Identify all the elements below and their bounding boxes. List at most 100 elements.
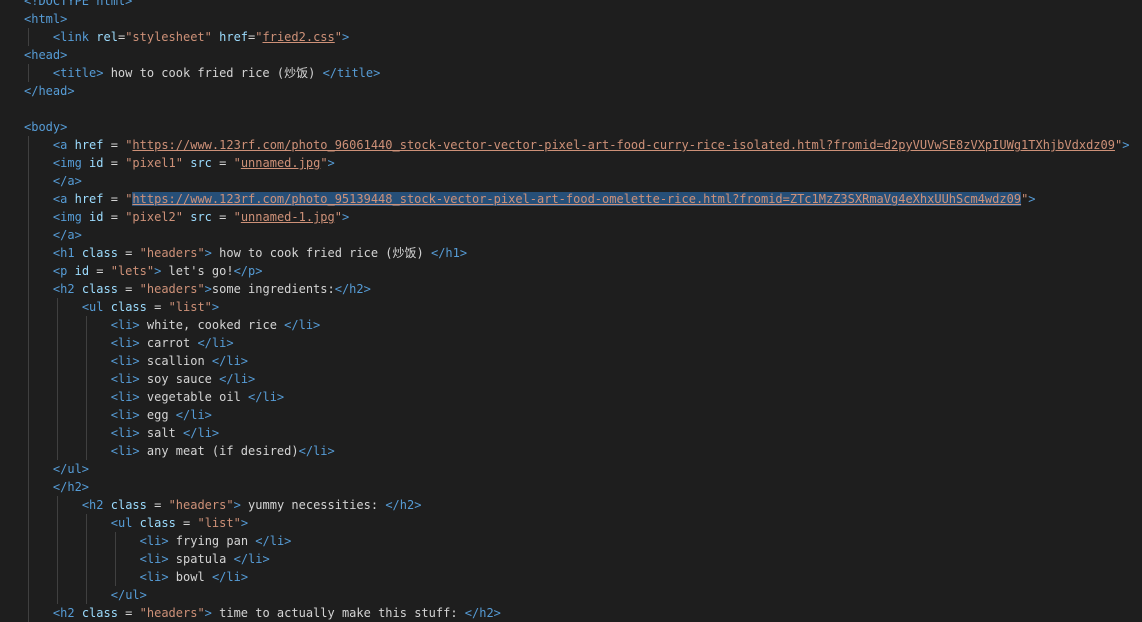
code-line[interactable]: <a href = "https://www.123rf.com/photo_9… bbox=[0, 190, 1142, 208]
code-link[interactable]: fried2.css bbox=[263, 30, 335, 44]
indent-guide bbox=[85, 442, 87, 460]
code-line[interactable]: </a> bbox=[0, 172, 1142, 190]
code-token: id bbox=[89, 156, 104, 170]
code-link[interactable]: https://www.123rf.com/photo_96061440_sto… bbox=[132, 138, 1115, 152]
indent-guide bbox=[28, 568, 29, 586]
indent-guide bbox=[28, 532, 29, 550]
code-line[interactable]: </h2> bbox=[0, 478, 1142, 496]
code-token: "stylesheet" bbox=[125, 30, 212, 44]
code-token: > bbox=[233, 498, 241, 512]
indent-guide bbox=[28, 190, 29, 208]
code-token: how to cook fried rice (炒饭) bbox=[211, 246, 431, 260]
code-token: = bbox=[117, 282, 140, 296]
code-line[interactable]: <li> spatula </li> bbox=[0, 550, 1142, 568]
code-token: </title> bbox=[322, 66, 381, 80]
code-line[interactable]: <li> soy sauce </li> bbox=[0, 370, 1142, 388]
code-line[interactable]: </ul> bbox=[0, 460, 1142, 478]
code-token: > bbox=[204, 606, 212, 620]
code-line[interactable]: <h2 class = "headers">some ingredients:<… bbox=[0, 280, 1142, 298]
code-token: scallion bbox=[139, 354, 212, 368]
code-link[interactable]: https://www.123rf.com/photo_95139448_sto… bbox=[132, 192, 1022, 206]
indent-guide bbox=[28, 172, 29, 190]
code-token: vegetable oil bbox=[139, 390, 249, 404]
code-token: <li> bbox=[139, 534, 169, 548]
code-line[interactable] bbox=[0, 100, 1142, 118]
code-token: <html> bbox=[24, 12, 68, 26]
code-token: href bbox=[219, 30, 249, 44]
code-token: " bbox=[334, 210, 342, 224]
code-token: "headers" bbox=[139, 606, 205, 620]
indent-guide bbox=[56, 370, 58, 388]
code-token: <a bbox=[52, 192, 68, 206]
code-token: </li> bbox=[175, 408, 212, 422]
code-token: spatula bbox=[168, 552, 234, 566]
code-line[interactable]: <li> vegetable oil </li> bbox=[0, 388, 1142, 406]
code-line[interactable]: <h2 class = "headers"> yummy necessities… bbox=[0, 496, 1142, 514]
code-token: </li> bbox=[248, 390, 285, 404]
code-token: </ul> bbox=[52, 462, 90, 476]
code-line[interactable]: <!DOCTYPE html> bbox=[0, 0, 1142, 10]
code-line[interactable]: <li> white, cooked rice </li> bbox=[0, 316, 1142, 334]
code-line[interactable]: <head> bbox=[0, 46, 1142, 64]
code-token: how to cook fried rice (炒饭) bbox=[103, 66, 323, 80]
indent-guide bbox=[114, 532, 116, 550]
code-line[interactable]: <li> frying pan </li> bbox=[0, 532, 1142, 550]
indent-guide bbox=[56, 352, 58, 370]
indent-guide bbox=[28, 28, 29, 46]
code-token: "list" bbox=[168, 300, 212, 314]
code-token: </head> bbox=[24, 84, 75, 98]
code-token: </li> bbox=[233, 552, 270, 566]
code-token: "pixel1" bbox=[125, 156, 183, 170]
code-line[interactable]: <li> salt </li> bbox=[0, 424, 1142, 442]
code-line[interactable]: <img id = "pixel2" src = "unnamed-1.jpg"… bbox=[0, 208, 1142, 226]
code-link[interactable]: unnamed-1.jpg bbox=[241, 210, 335, 224]
code-line[interactable]: <a href = "https://www.123rf.com/photo_9… bbox=[0, 136, 1142, 154]
code-link[interactable]: unnamed.jpg bbox=[241, 156, 320, 170]
code-line[interactable]: <h2 class = "headers"> time to actually … bbox=[0, 604, 1142, 622]
code-line[interactable]: <ul class = "list"> bbox=[0, 298, 1142, 316]
code-line[interactable]: <title> how to cook fried rice (炒饭) </ti… bbox=[0, 64, 1142, 82]
indent-guide bbox=[28, 316, 29, 334]
code-token: time to actually make this stuff: bbox=[211, 606, 465, 620]
indent-guide bbox=[28, 496, 29, 514]
code-token: rel bbox=[96, 30, 118, 44]
code-line[interactable]: <li> any meat (if desired)</li> bbox=[0, 442, 1142, 460]
code-token: <h2 bbox=[52, 606, 75, 620]
code-token: = bbox=[211, 156, 234, 170]
code-line[interactable]: </ul> bbox=[0, 586, 1142, 604]
code-token: class bbox=[81, 606, 118, 620]
code-line[interactable]: <li> bowl </li> bbox=[0, 568, 1142, 586]
code-line[interactable]: </a> bbox=[0, 226, 1142, 244]
code-token: = bbox=[146, 300, 169, 314]
code-token: </li> bbox=[211, 570, 249, 584]
code-editor[interactable]: <!DOCTYPE html> <html> <link rel="styleshe… bbox=[0, 0, 1142, 622]
code-line[interactable]: <ul class = "list"> bbox=[0, 514, 1142, 532]
indent-guide bbox=[85, 424, 87, 442]
code-token: </h2> bbox=[464, 606, 501, 620]
code-token: <h2 bbox=[81, 498, 104, 512]
code-token: = bbox=[103, 138, 126, 152]
code-line[interactable]: <body> bbox=[0, 118, 1142, 136]
code-token: <img bbox=[52, 156, 82, 170]
code-line[interactable]: <img id = "pixel1" src = "unnamed.jpg"> bbox=[0, 154, 1142, 172]
code-line[interactable]: <h1 class = "headers"> how to cook fried… bbox=[0, 244, 1142, 262]
code-line[interactable]: <li> scallion </li> bbox=[0, 352, 1142, 370]
code-token: "headers" bbox=[139, 282, 205, 296]
code-token: </h2> bbox=[385, 498, 422, 512]
code-line[interactable]: <li> egg </li> bbox=[0, 406, 1142, 424]
code-token: <li> bbox=[139, 570, 169, 584]
code-line[interactable]: </head> bbox=[0, 82, 1142, 100]
code-token: > bbox=[211, 300, 220, 314]
code-token: "list" bbox=[197, 516, 241, 530]
indent-guide bbox=[28, 604, 29, 622]
code-line[interactable]: <li> carrot </li> bbox=[0, 334, 1142, 352]
code-line[interactable]: <html> bbox=[0, 10, 1142, 28]
code-line[interactable]: <p id = "lets"> let's go!</p> bbox=[0, 262, 1142, 280]
code-line[interactable]: <link rel="stylesheet" href="fried2.css"… bbox=[0, 28, 1142, 46]
code-token: src bbox=[190, 210, 212, 224]
indent-guide bbox=[56, 334, 58, 352]
